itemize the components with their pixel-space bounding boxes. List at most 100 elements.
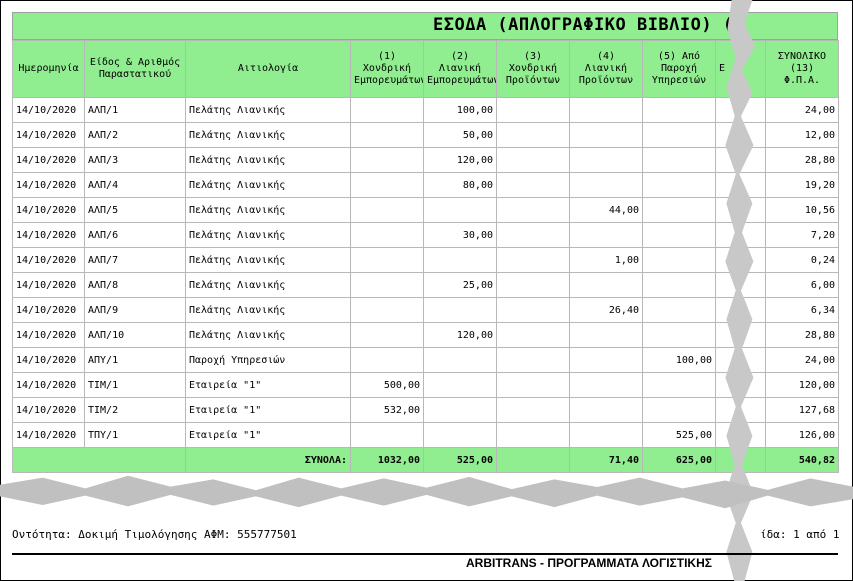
cell-retail-goods: 100,00 bbox=[423, 97, 497, 123]
col-header-total-vat: ΣΥΝΟΛΙΚΟ (13) Φ.Π.Α. bbox=[765, 40, 839, 98]
totals-spacer bbox=[12, 447, 186, 473]
cell-retail-goods: 80,00 bbox=[423, 172, 497, 198]
total-retail-goods: 525,00 bbox=[423, 447, 497, 473]
cell-wholesale-products bbox=[496, 422, 570, 448]
cell-wholesale-products bbox=[496, 222, 570, 248]
cell-reason: Εταιρεία "1" bbox=[185, 372, 351, 398]
cell-retail-products: 44,00 bbox=[569, 197, 643, 223]
cell-wholesale-goods bbox=[350, 172, 424, 198]
cell-wholesale-products bbox=[496, 172, 570, 198]
cell-wholesale-products bbox=[496, 372, 570, 398]
cell-wholesale-goods bbox=[350, 222, 424, 248]
cell-date: 14/10/2020 bbox=[12, 347, 85, 373]
cell-reason: Εταιρεία "1" bbox=[185, 397, 351, 423]
cell-document: ΑΛΠ/6 bbox=[84, 222, 186, 248]
cell-total-vat: 126,00 bbox=[765, 422, 839, 448]
cell-wholesale-goods: 532,00 bbox=[350, 397, 424, 423]
cell-wholesale-products bbox=[496, 197, 570, 223]
cell-total-vat: 28,80 bbox=[765, 322, 839, 348]
title-bar: ΕΣΟΔΑ (ΑΠΛΟΓΡΑΦΙΚΟ ΒΙΒΛΙΟ) (Ο bbox=[12, 12, 838, 40]
cell-date: 14/10/2020 bbox=[12, 322, 85, 348]
cell-date: 14/10/2020 bbox=[12, 172, 85, 198]
cell-reason: Εταιρεία "1" bbox=[185, 422, 351, 448]
cell-wholesale-goods bbox=[350, 347, 424, 373]
cell-retail-products bbox=[569, 122, 643, 148]
cell-document: ΑΛΠ/8 bbox=[84, 272, 186, 298]
ledger-table: Ημερομηνία Είδος & Αριθμός Παραστατικού … bbox=[12, 40, 839, 473]
cell-retail-goods: 120,00 bbox=[423, 147, 497, 173]
cell-document: ΑΛΠ/3 bbox=[84, 147, 186, 173]
cell-retail-products bbox=[569, 97, 643, 123]
cell-date: 14/10/2020 bbox=[12, 422, 85, 448]
totals-label: ΣΥΝΟΛΑ: bbox=[185, 447, 351, 473]
table-row: 14/10/2020 ΑΛΠ/6 Πελάτης Λιανικής 30,00 7,20 bbox=[12, 222, 839, 248]
cell-reason: Πελάτης Λιανικής bbox=[185, 147, 351, 173]
cell-services bbox=[642, 222, 716, 248]
cell-total-vat: 12,00 bbox=[765, 122, 839, 148]
cell-date: 14/10/2020 bbox=[12, 222, 85, 248]
cell-wholesale-products bbox=[496, 147, 570, 173]
cell-retail-goods: 50,00 bbox=[423, 122, 497, 148]
cell-retail-products bbox=[569, 397, 643, 423]
cell-document: ΤΙΜ/2 bbox=[84, 397, 186, 423]
cell-reason: Πελάτης Λιανικής bbox=[185, 172, 351, 198]
cell-retail-goods: 120,00 bbox=[423, 322, 497, 348]
cell-wholesale-goods: 500,00 bbox=[350, 372, 424, 398]
cell-date: 14/10/2020 bbox=[12, 122, 85, 148]
total-retail-products: 71,40 bbox=[569, 447, 643, 473]
cell-retail-products bbox=[569, 422, 643, 448]
cell-services bbox=[642, 397, 716, 423]
cell-wholesale-products bbox=[496, 347, 570, 373]
table-row: 14/10/2020 ΑΛΠ/3 Πελάτης Λιανικής 120,00 28,… bbox=[12, 147, 839, 173]
table-row: 14/10/2020 ΑΠΥ/1 Παροχή Υπηρεσιών 100,00 24,… bbox=[12, 347, 839, 373]
cell-retail-products bbox=[569, 272, 643, 298]
totals-row: ΣΥΝΟΛΑ: 1032,00 525,00 71,40 625,00 540,82 bbox=[12, 447, 839, 473]
cell-total-vat: 127,68 bbox=[765, 397, 839, 423]
cell-total-vat: 24,00 bbox=[765, 347, 839, 373]
cell-total-vat: 0,24 bbox=[765, 247, 839, 273]
total-total-vat: 540,82 bbox=[765, 447, 839, 473]
col-header-retail-goods: (2) Λιανική Εμπορευμάτων bbox=[423, 40, 497, 98]
cell-document: ΑΛΠ/5 bbox=[84, 197, 186, 223]
cell-retail-products bbox=[569, 222, 643, 248]
cell-wholesale-products bbox=[496, 247, 570, 273]
page-number: ίδα: 1 από 1 bbox=[760, 528, 840, 541]
cell-wholesale-products bbox=[496, 322, 570, 348]
cell-document: ΑΛΠ/10 bbox=[84, 322, 186, 348]
cell-total-vat: 19,20 bbox=[765, 172, 839, 198]
table-row: 14/10/2020 ΑΛΠ/8 Πελάτης Λιανικής 25,00 6,00 bbox=[12, 272, 839, 298]
col-header-wholesale-goods: (1) Χονδρική Εμπορευμάτων bbox=[350, 40, 424, 98]
cell-reason: Πελάτης Λιανικής bbox=[185, 97, 351, 123]
cell-wholesale-goods bbox=[350, 97, 424, 123]
cell-wholesale-goods bbox=[350, 197, 424, 223]
table-row: 14/10/2020 ΑΛΠ/2 Πελάτης Λιανικής 50,00 12,0… bbox=[12, 122, 839, 148]
entity-info: Οντότητα: Δοκιμή Τιμολόγησης ΑΦΜ: 555777… bbox=[12, 528, 297, 541]
cell-date: 14/10/2020 bbox=[12, 97, 85, 123]
table-row: 14/10/2020 ΑΛΠ/4 Πελάτης Λιανικής 80,00 19,2… bbox=[12, 172, 839, 198]
cell-reason: Πελάτης Λιανικής bbox=[185, 247, 351, 273]
cell-reason: Πελάτης Λιανικής bbox=[185, 122, 351, 148]
cell-wholesale-products bbox=[496, 272, 570, 298]
cell-wholesale-goods bbox=[350, 122, 424, 148]
cell-services bbox=[642, 322, 716, 348]
cell-services bbox=[642, 97, 716, 123]
cell-retail-goods bbox=[423, 247, 497, 273]
cell-retail-products bbox=[569, 372, 643, 398]
cell-wholesale-products bbox=[496, 297, 570, 323]
col-header-document: Είδος & Αριθμός Παραστατικού bbox=[84, 40, 186, 98]
cell-date: 14/10/2020 bbox=[12, 197, 85, 223]
cell-retail-goods bbox=[423, 397, 497, 423]
cell-services bbox=[642, 197, 716, 223]
cell-date: 14/10/2020 bbox=[12, 247, 85, 273]
cell-document: ΑΛΠ/9 bbox=[84, 297, 186, 323]
total-wholesale-products bbox=[496, 447, 570, 473]
col-header-date: Ημερομηνία bbox=[12, 40, 85, 98]
cell-wholesale-goods bbox=[350, 247, 424, 273]
cell-retail-products bbox=[569, 322, 643, 348]
cell-services: 525,00 bbox=[642, 422, 716, 448]
cell-document: ΤΙΜ/1 bbox=[84, 372, 186, 398]
cell-total-vat: 120,00 bbox=[765, 372, 839, 398]
cell-services bbox=[642, 272, 716, 298]
cell-date: 14/10/2020 bbox=[12, 397, 85, 423]
cell-reason: Πελάτης Λιανικής bbox=[185, 297, 351, 323]
